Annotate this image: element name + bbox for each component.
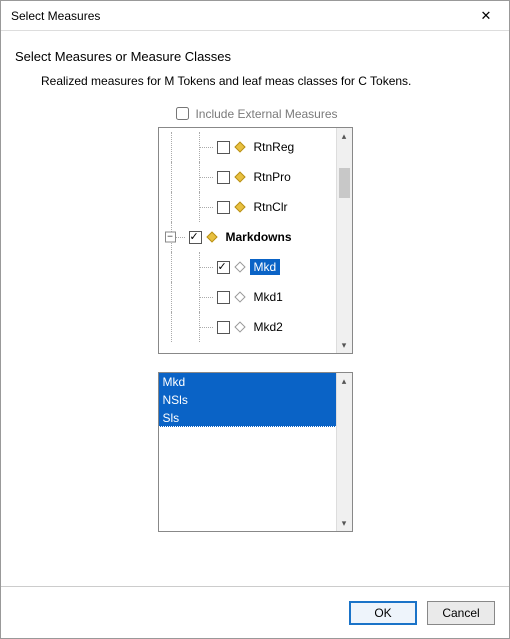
tree-item-checkbox[interactable] <box>217 291 230 304</box>
tree-indent <box>189 252 217 282</box>
tree-row[interactable]: Mkd1 <box>161 282 334 312</box>
window-title: Select Measures <box>11 9 471 23</box>
tree-indent <box>189 162 217 192</box>
tree-item-checkbox[interactable] <box>217 171 230 184</box>
cancel-button[interactable]: Cancel <box>427 601 495 625</box>
tree-indent <box>161 282 189 312</box>
tree-indent <box>189 312 217 342</box>
titlebar: Select Measures ✕ <box>1 1 509 31</box>
list-item[interactable]: Mkd <box>159 373 336 391</box>
measures-tree[interactable]: RtnRegRtnProRtnClr−MarkdownsMkdMkd1Mkd2 … <box>158 127 353 354</box>
tree-indent <box>189 192 217 222</box>
ok-button[interactable]: OK <box>349 601 417 625</box>
tree-row[interactable]: Mkd2 <box>161 312 334 342</box>
tree-indent: − <box>161 222 189 252</box>
tree-item-label[interactable]: Mkd <box>250 259 281 275</box>
tree-item-checkbox[interactable] <box>217 141 230 154</box>
list-item[interactable]: Sls <box>159 409 336 427</box>
tree-item-checkbox[interactable] <box>217 321 230 334</box>
tree-item-label[interactable]: RtnPro <box>250 169 295 185</box>
measure-diamond-icon <box>234 261 245 272</box>
tree-indent <box>189 282 217 312</box>
tree-item-checkbox[interactable] <box>217 261 230 274</box>
cancel-button-label: Cancel <box>442 606 479 620</box>
tree-indent <box>161 312 189 342</box>
scroll-down-icon[interactable]: ▾ <box>337 337 352 353</box>
tree-item-label[interactable]: RtnClr <box>250 199 292 215</box>
tree-scrollbar[interactable]: ▴ ▾ <box>336 128 352 353</box>
include-external-row: Include External Measures <box>15 104 495 123</box>
measure-diamond-icon <box>234 321 245 332</box>
tree-row[interactable]: RtnReg <box>161 132 334 162</box>
tree-item-label[interactable]: Mkd1 <box>250 289 287 305</box>
collapse-icon[interactable]: − <box>165 232 176 243</box>
dialog-footer: OK Cancel <box>1 586 509 638</box>
tree-indent <box>189 132 217 162</box>
tree-indent <box>161 162 189 192</box>
tree-row[interactable]: Mkd <box>161 252 334 282</box>
measure-diamond-icon <box>206 231 217 242</box>
dialog-content: Select Measures or Measure Classes Reali… <box>1 31 509 586</box>
list-item[interactable]: NSls <box>159 391 336 409</box>
measure-diamond-icon <box>234 291 245 302</box>
include-external-checkbox[interactable] <box>176 107 189 120</box>
close-icon[interactable]: ✕ <box>471 6 501 26</box>
tree-item-label[interactable]: Mkd2 <box>250 319 287 335</box>
measure-diamond-icon <box>234 201 245 212</box>
tree-row[interactable]: RtnPro <box>161 162 334 192</box>
tree-indent <box>161 252 189 282</box>
tree-item-label[interactable]: Markdowns <box>222 229 296 245</box>
measure-diamond-icon <box>234 171 245 182</box>
select-measures-dialog: Select Measures ✕ Select Measures or Mea… <box>0 0 510 639</box>
measure-diamond-icon <box>234 141 245 152</box>
scroll-down-icon[interactable]: ▾ <box>337 515 352 531</box>
tree-row[interactable]: − Markdowns <box>161 222 334 252</box>
selected-measures-list[interactable]: MkdNSlsSls ▴ ▾ <box>158 372 353 532</box>
scroll-thumb[interactable] <box>339 168 350 198</box>
ok-button-label: OK <box>374 606 391 620</box>
scroll-up-icon[interactable]: ▴ <box>337 373 352 389</box>
tree-row[interactable]: RtnClr <box>161 192 334 222</box>
include-external-label: Include External Measures <box>195 107 337 121</box>
page-heading: Select Measures or Measure Classes <box>15 49 495 64</box>
tree-item-label[interactable]: RtnReg <box>250 139 299 155</box>
tree-indent <box>161 192 189 222</box>
tree-item-checkbox[interactable] <box>217 201 230 214</box>
tree-indent <box>161 132 189 162</box>
scroll-up-icon[interactable]: ▴ <box>337 128 352 144</box>
tree-item-checkbox[interactable] <box>189 231 202 244</box>
page-subheading: Realized measures for M Tokens and leaf … <box>41 74 495 88</box>
list-scrollbar[interactable]: ▴ ▾ <box>336 373 352 531</box>
